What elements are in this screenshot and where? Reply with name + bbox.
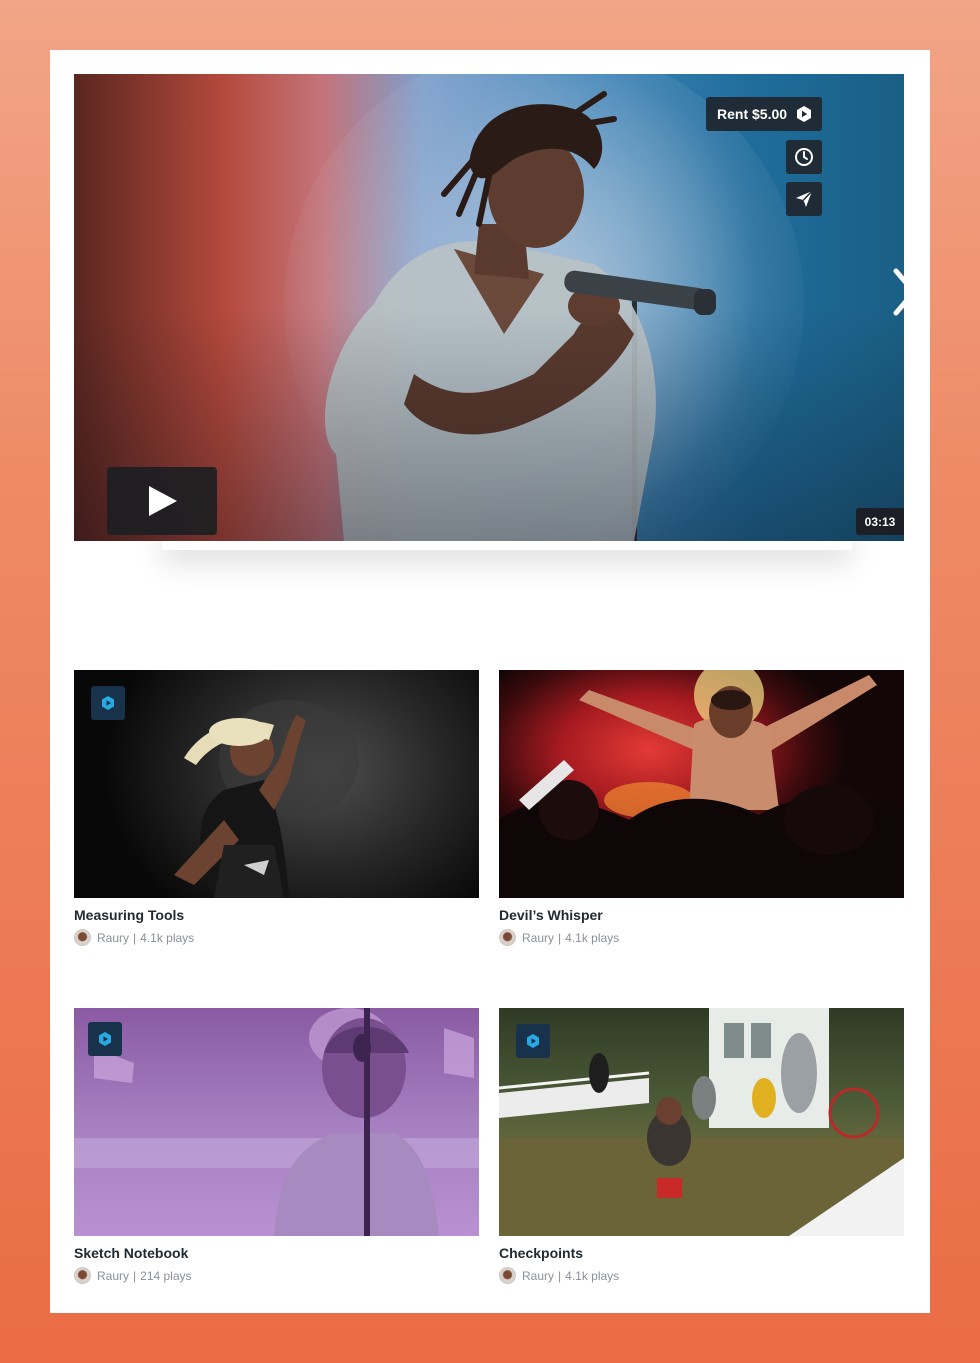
- track-card[interactable]: Devil’s Whisper Raury | 4.1k plays: [499, 670, 904, 946]
- dancer-photo: [174, 700, 359, 898]
- play-hexagon-icon: [99, 1032, 111, 1046]
- meta-separator: |: [558, 1268, 562, 1283]
- track-title[interactable]: Measuring Tools: [74, 907, 479, 923]
- play-hexagon-icon: [102, 696, 114, 710]
- meta-separator: |: [133, 1268, 137, 1283]
- watch-later-button[interactable]: [786, 140, 822, 174]
- crowd-photo: [499, 670, 904, 898]
- author-link[interactable]: Raury: [97, 1269, 129, 1283]
- track-badge: [516, 1024, 550, 1058]
- track-meta: Raury | 214 plays: [74, 1267, 479, 1284]
- avatar[interactable]: [74, 1267, 91, 1284]
- author-link[interactable]: Raury: [522, 1269, 554, 1283]
- meta-separator: |: [133, 930, 137, 945]
- track-title[interactable]: Sketch Notebook: [74, 1245, 479, 1261]
- track-meta: Raury | 4.1k plays: [74, 929, 479, 946]
- author-link[interactable]: Raury: [522, 931, 554, 945]
- play-count: 4.1k plays: [140, 930, 195, 945]
- play-count: 4.1k plays: [565, 1268, 620, 1283]
- track-title[interactable]: Devil’s Whisper: [499, 907, 904, 923]
- play-icon: [149, 486, 177, 516]
- track-meta: Raury | 4.1k plays: [499, 929, 904, 946]
- stage-photo: [74, 1008, 479, 1236]
- track-card[interactable]: Measuring Tools Raury | 4.1k plays: [74, 670, 479, 946]
- chevron-right-icon[interactable]: [888, 267, 924, 317]
- avatar[interactable]: [74, 929, 91, 946]
- track-meta: Raury | 4.1k plays: [499, 1267, 904, 1284]
- track-thumbnail[interactable]: [74, 670, 479, 898]
- meta-separator: |: [558, 930, 562, 945]
- share-button[interactable]: [786, 182, 822, 216]
- play-count: 214 plays: [140, 1268, 192, 1283]
- play-button[interactable]: [107, 467, 217, 535]
- group-photo: [499, 1008, 904, 1236]
- track-title[interactable]: Checkpoints: [499, 1245, 904, 1261]
- avatar[interactable]: [499, 1267, 516, 1284]
- content-card: Rent $5.00 03:13 Measuring Tools Raury |…: [50, 50, 930, 1313]
- track-thumbnail[interactable]: [499, 670, 904, 898]
- rent-label: Rent $5.00: [717, 106, 788, 122]
- play-hexagon-icon: [527, 1034, 539, 1048]
- hero-video[interactable]: Rent $5.00 03:13: [74, 74, 904, 541]
- play-count: 4.1k plays: [565, 930, 620, 945]
- author-link[interactable]: Raury: [97, 931, 129, 945]
- track-thumbnail[interactable]: [499, 1008, 904, 1236]
- track-badge: [91, 686, 125, 720]
- play-hexagon-icon: [795, 105, 813, 123]
- rent-button[interactable]: Rent $5.00: [706, 97, 822, 131]
- clock-icon: [795, 148, 813, 166]
- track-thumbnail[interactable]: [74, 1008, 479, 1236]
- track-card[interactable]: Checkpoints Raury | 4.1k plays: [499, 1008, 904, 1284]
- track-badge: [88, 1022, 122, 1056]
- track-card[interactable]: Sketch Notebook Raury | 214 plays: [74, 1008, 479, 1284]
- avatar[interactable]: [499, 929, 516, 946]
- send-icon: [796, 190, 813, 207]
- duration-badge: 03:13: [856, 508, 904, 535]
